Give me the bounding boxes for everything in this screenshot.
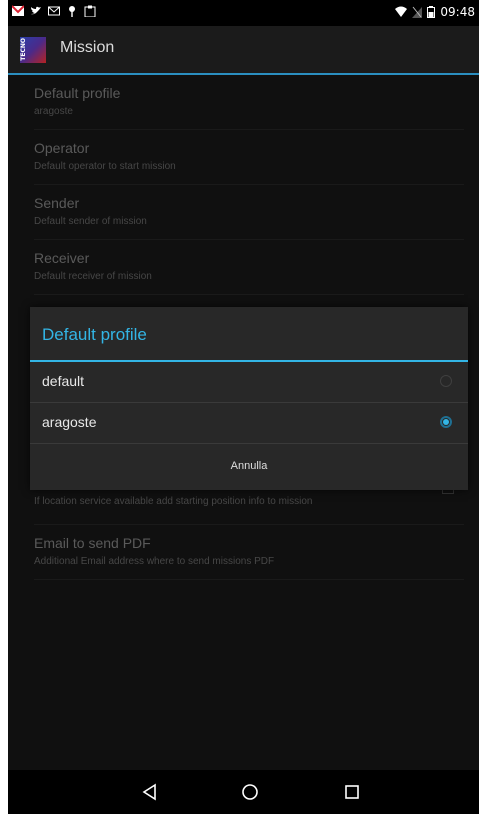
gmail-icon	[12, 5, 24, 16]
clock: 09:48	[440, 5, 475, 19]
mail-icon	[48, 6, 60, 16]
pref-summary: aragoste	[34, 106, 73, 117]
pref-title: Operator	[34, 140, 90, 156]
option-aragoste[interactable]: aragoste	[30, 403, 468, 444]
recents-icon[interactable]	[342, 782, 362, 802]
pref-summary: If location service available add starti…	[34, 496, 313, 507]
pref-title: Default profile	[34, 85, 121, 101]
notification-icons	[12, 5, 96, 17]
twitter-icon	[31, 6, 41, 15]
option-label: default	[42, 373, 85, 389]
battery-icon	[427, 6, 436, 18]
no-signal-icon	[412, 6, 423, 18]
page-title: Mission	[60, 39, 115, 56]
pref-title: Sender	[34, 195, 80, 211]
radio-unselected-icon[interactable]	[440, 375, 452, 387]
pref-default-profile[interactable]: Default profile aragoste	[34, 75, 464, 130]
device-screen: 09:48 TECNO Mission Default profile arag…	[8, 0, 479, 814]
cancel-button-label: Annulla	[230, 460, 268, 472]
pref-operator[interactable]: Operator Default operator to start missi…	[34, 130, 464, 185]
radio-selected-icon[interactable]	[440, 416, 452, 428]
cancel-button[interactable]: Annulla	[30, 446, 468, 490]
clipboard-icon	[84, 5, 96, 17]
pref-email-pdf[interactable]: Email to send PDF Additional Email addre…	[34, 525, 464, 580]
system-status-icons: 09:48	[395, 5, 475, 19]
pref-title: Email to send PDF	[34, 535, 151, 551]
pref-summary: Additional Email address where to send m…	[34, 556, 275, 567]
option-label: aragoste	[42, 414, 97, 430]
action-bar: TECNO Mission	[8, 26, 479, 75]
option-default[interactable]: default	[30, 362, 468, 403]
pref-summary: Default operator to start mission	[34, 161, 176, 172]
pref-sender[interactable]: Sender Default sender of mission	[34, 185, 464, 240]
home-icon[interactable]	[240, 782, 260, 802]
wifi-icon	[395, 6, 408, 17]
navigation-bar	[8, 770, 479, 814]
radio-dot	[443, 419, 449, 425]
status-bar: 09:48	[8, 0, 479, 26]
pref-summary: Default sender of mission	[34, 216, 147, 227]
pref-summary: Default receiver of mission	[34, 271, 152, 282]
pin-icon	[69, 6, 75, 17]
pref-title: Receiver	[34, 250, 90, 266]
dialog-title: Default profile	[42, 325, 147, 344]
default-profile-dialog: Default profile default aragoste Annulla	[30, 307, 468, 490]
pref-receiver[interactable]: Receiver Default receiver of mission	[34, 240, 464, 295]
app-logo-text: TECNO	[20, 38, 27, 61]
app-logo-icon[interactable]: TECNO	[20, 37, 46, 63]
back-icon[interactable]	[140, 782, 160, 802]
